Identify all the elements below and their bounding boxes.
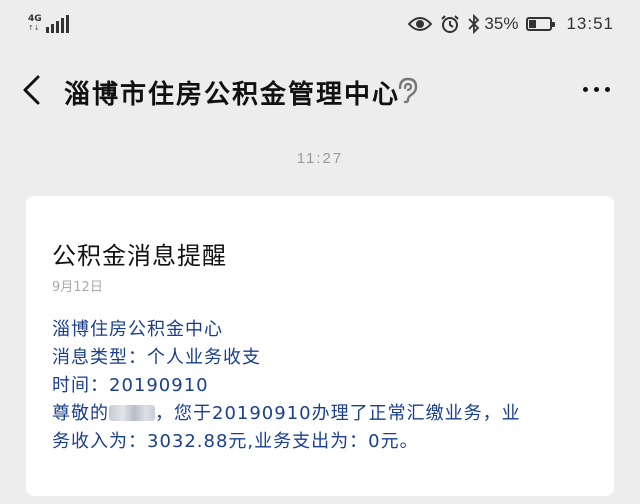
template-message-card[interactable]: 公积金消息提醒 9月12日 淄博住房公积金中心 消息类型：个人业务收支 时间：2… — [26, 196, 614, 496]
card-date: 9月12日 — [52, 280, 103, 295]
earpiece-mode-icon — [395, 76, 419, 104]
signal-area: 4G ↑↓ — [28, 12, 69, 36]
content-line: 淄博住房公积金中心 — [52, 319, 223, 340]
content-line: 时间：20190910 — [52, 375, 209, 396]
content-line: 尊敬的 ，您于20190910办理了正常汇缴业务，业 — [52, 400, 592, 428]
content-line: 务收入为：3032.88元,业务支出为：0元。 — [52, 431, 419, 452]
alarm-icon — [440, 14, 460, 34]
back-arrow-icon[interactable] — [20, 74, 44, 106]
battery-icon — [526, 17, 556, 31]
battery-percent: 35% — [484, 14, 519, 33]
message-timestamp: 11:27 — [296, 150, 344, 167]
greeting-prefix: 尊敬的 — [52, 403, 109, 424]
card-title: 公积金消息提醒 — [52, 242, 227, 270]
greeting-suffix: ，您于20190910办理了正常汇缴业务，业 — [155, 403, 521, 424]
chat-header: 淄博市住房公积金管理中心 — [0, 50, 640, 130]
bluetooth-icon — [468, 14, 480, 34]
network-type: 4G — [28, 14, 42, 24]
signal-strength-icon — [44, 15, 69, 33]
status-bar: 4G ↑↓ 35% 13:51 — [0, 0, 640, 50]
status-time: 13:51 — [566, 14, 614, 33]
content-line: 消息类型：个人业务收支 — [52, 347, 261, 368]
more-options-icon[interactable] — [577, 87, 610, 92]
chat-title: 淄博市住房公积金管理中心 — [64, 80, 401, 110]
card-content: 淄博住房公积金中心 消息类型：个人业务收支 时间：20190910 尊敬的 ，您于… — [52, 316, 592, 456]
redacted-name — [109, 405, 155, 421]
network-activity: ↑↓ — [28, 24, 40, 32]
network-indicator: 4G ↑↓ — [28, 15, 42, 33]
status-icons: 35% 13:51 — [400, 10, 614, 38]
eye-comfort-icon — [408, 16, 433, 32]
